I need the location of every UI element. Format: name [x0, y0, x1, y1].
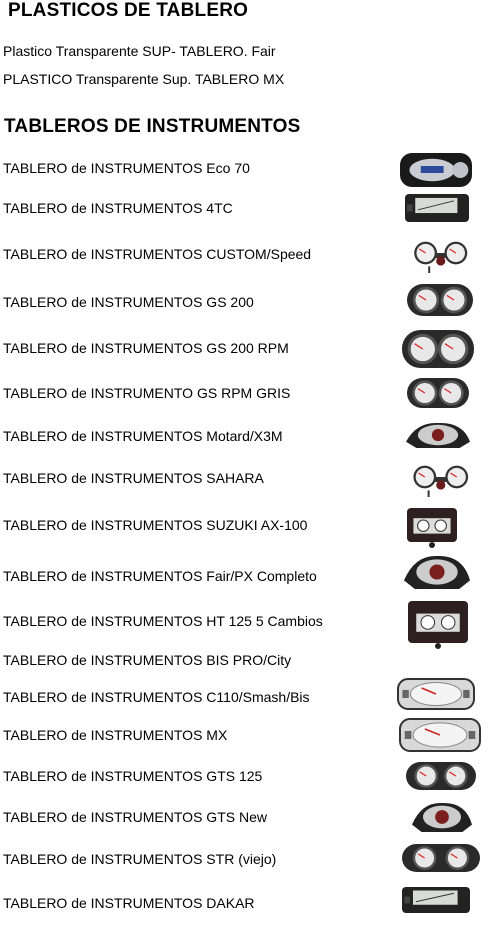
plastico-item: Plastico Transparente SUP- TABLERO. Fair: [3, 43, 276, 59]
dashboard-photo: [396, 676, 476, 712]
dashboard-photo: [402, 418, 474, 452]
tableros-heading: TABLEROS DE INSTRUMENTOS: [4, 116, 301, 137]
dashboard-photo: [404, 236, 476, 274]
tablero-item-label: TABLERO de INSTRUMENTOS BIS PRO/City: [3, 652, 292, 668]
plastico-item: PLASTICO Transparente Sup. TABLERO MX: [3, 71, 285, 87]
dashboard-photo: [403, 190, 471, 226]
dashboard-photo: [404, 598, 472, 650]
dashboard-photo: [402, 460, 478, 498]
dashboard-photo: [400, 326, 476, 372]
dashboard-photo: [400, 840, 482, 876]
dashboard-photo: [408, 798, 476, 836]
dashboard-photo: [398, 716, 482, 754]
dashboard-photo: [403, 505, 461, 549]
plasticos-heading: PLASTICOS DE TABLERO: [8, 0, 249, 21]
dashboard-photo: [398, 150, 474, 190]
dashboard-photo: [400, 883, 472, 917]
dashboard-photo: [404, 758, 478, 794]
dashboard-photo: [405, 374, 471, 412]
dashboard-photo: [400, 551, 474, 593]
dashboard-photo: [405, 280, 475, 320]
